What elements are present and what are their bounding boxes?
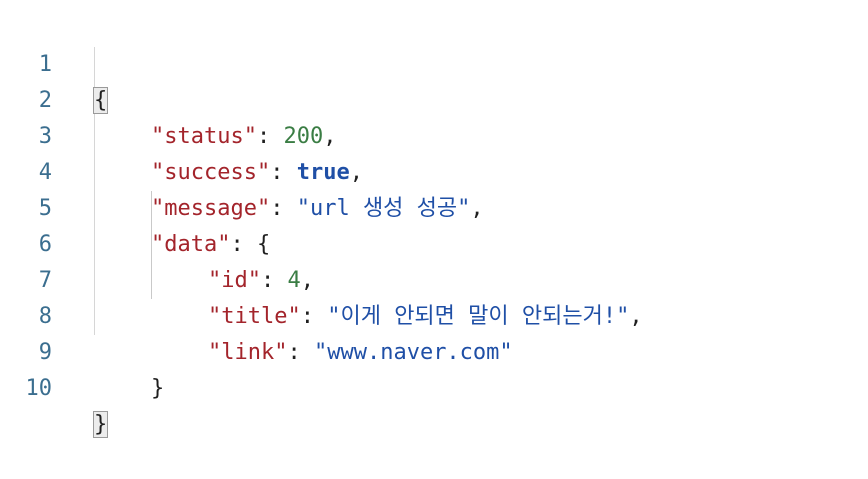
code-line: 9 } bbox=[0, 299, 165, 401]
json-boolean-value: true bbox=[296, 160, 350, 185]
colon: : bbox=[260, 268, 288, 293]
code-line: 2 "status": 200, bbox=[0, 47, 337, 149]
colon: : bbox=[256, 124, 284, 149]
json-key: "message" bbox=[151, 196, 271, 221]
colon: : bbox=[270, 160, 297, 185]
json-string-value: "이게 안되면 말이 안되는거!" bbox=[327, 304, 630, 329]
colon: : bbox=[230, 232, 257, 257]
code-line: 7 "title": "이게 안되면 말이 안되는거!", bbox=[0, 227, 643, 329]
json-key: "id" bbox=[208, 268, 261, 293]
json-code-editor[interactable]: 1 { 2 "status": 200, 3 "success": true, … bbox=[0, 0, 868, 438]
code-line: 10 } bbox=[0, 335, 109, 438]
colon: : bbox=[287, 340, 314, 365]
colon: : bbox=[300, 304, 328, 329]
code-line: 1 { bbox=[0, 11, 109, 114]
code-line: 5 "data": { bbox=[0, 155, 270, 257]
code-line: 4 "message": "url 생성 성공", bbox=[0, 119, 484, 221]
json-number-value: 4 bbox=[287, 268, 301, 293]
json-key: "link" bbox=[208, 340, 288, 365]
code-line: 8 "link": "www.naver.com" bbox=[0, 263, 513, 365]
close-brace: } bbox=[151, 376, 165, 401]
comma: , bbox=[349, 160, 363, 185]
comma: , bbox=[300, 268, 314, 293]
close-brace: } bbox=[92, 411, 109, 438]
line-number: 10 bbox=[25, 376, 53, 401]
json-key: "data" bbox=[151, 232, 231, 257]
code-line: 6 "id": 4, bbox=[0, 191, 314, 293]
colon: : bbox=[270, 196, 297, 221]
code-line: 3 "success": true, bbox=[0, 83, 363, 185]
comma: , bbox=[629, 304, 643, 329]
comma: , bbox=[470, 196, 484, 221]
comma: , bbox=[323, 124, 337, 149]
json-key: "success" bbox=[151, 160, 271, 185]
json-string-value: "url 생성 성공" bbox=[296, 196, 471, 221]
open-brace: { bbox=[92, 87, 109, 114]
json-number-value: 200 bbox=[283, 124, 324, 149]
open-brace: { bbox=[256, 232, 271, 257]
json-string-value: "www.naver.com" bbox=[313, 340, 513, 365]
json-key: "status" bbox=[151, 124, 257, 149]
json-key: "title" bbox=[208, 304, 301, 329]
